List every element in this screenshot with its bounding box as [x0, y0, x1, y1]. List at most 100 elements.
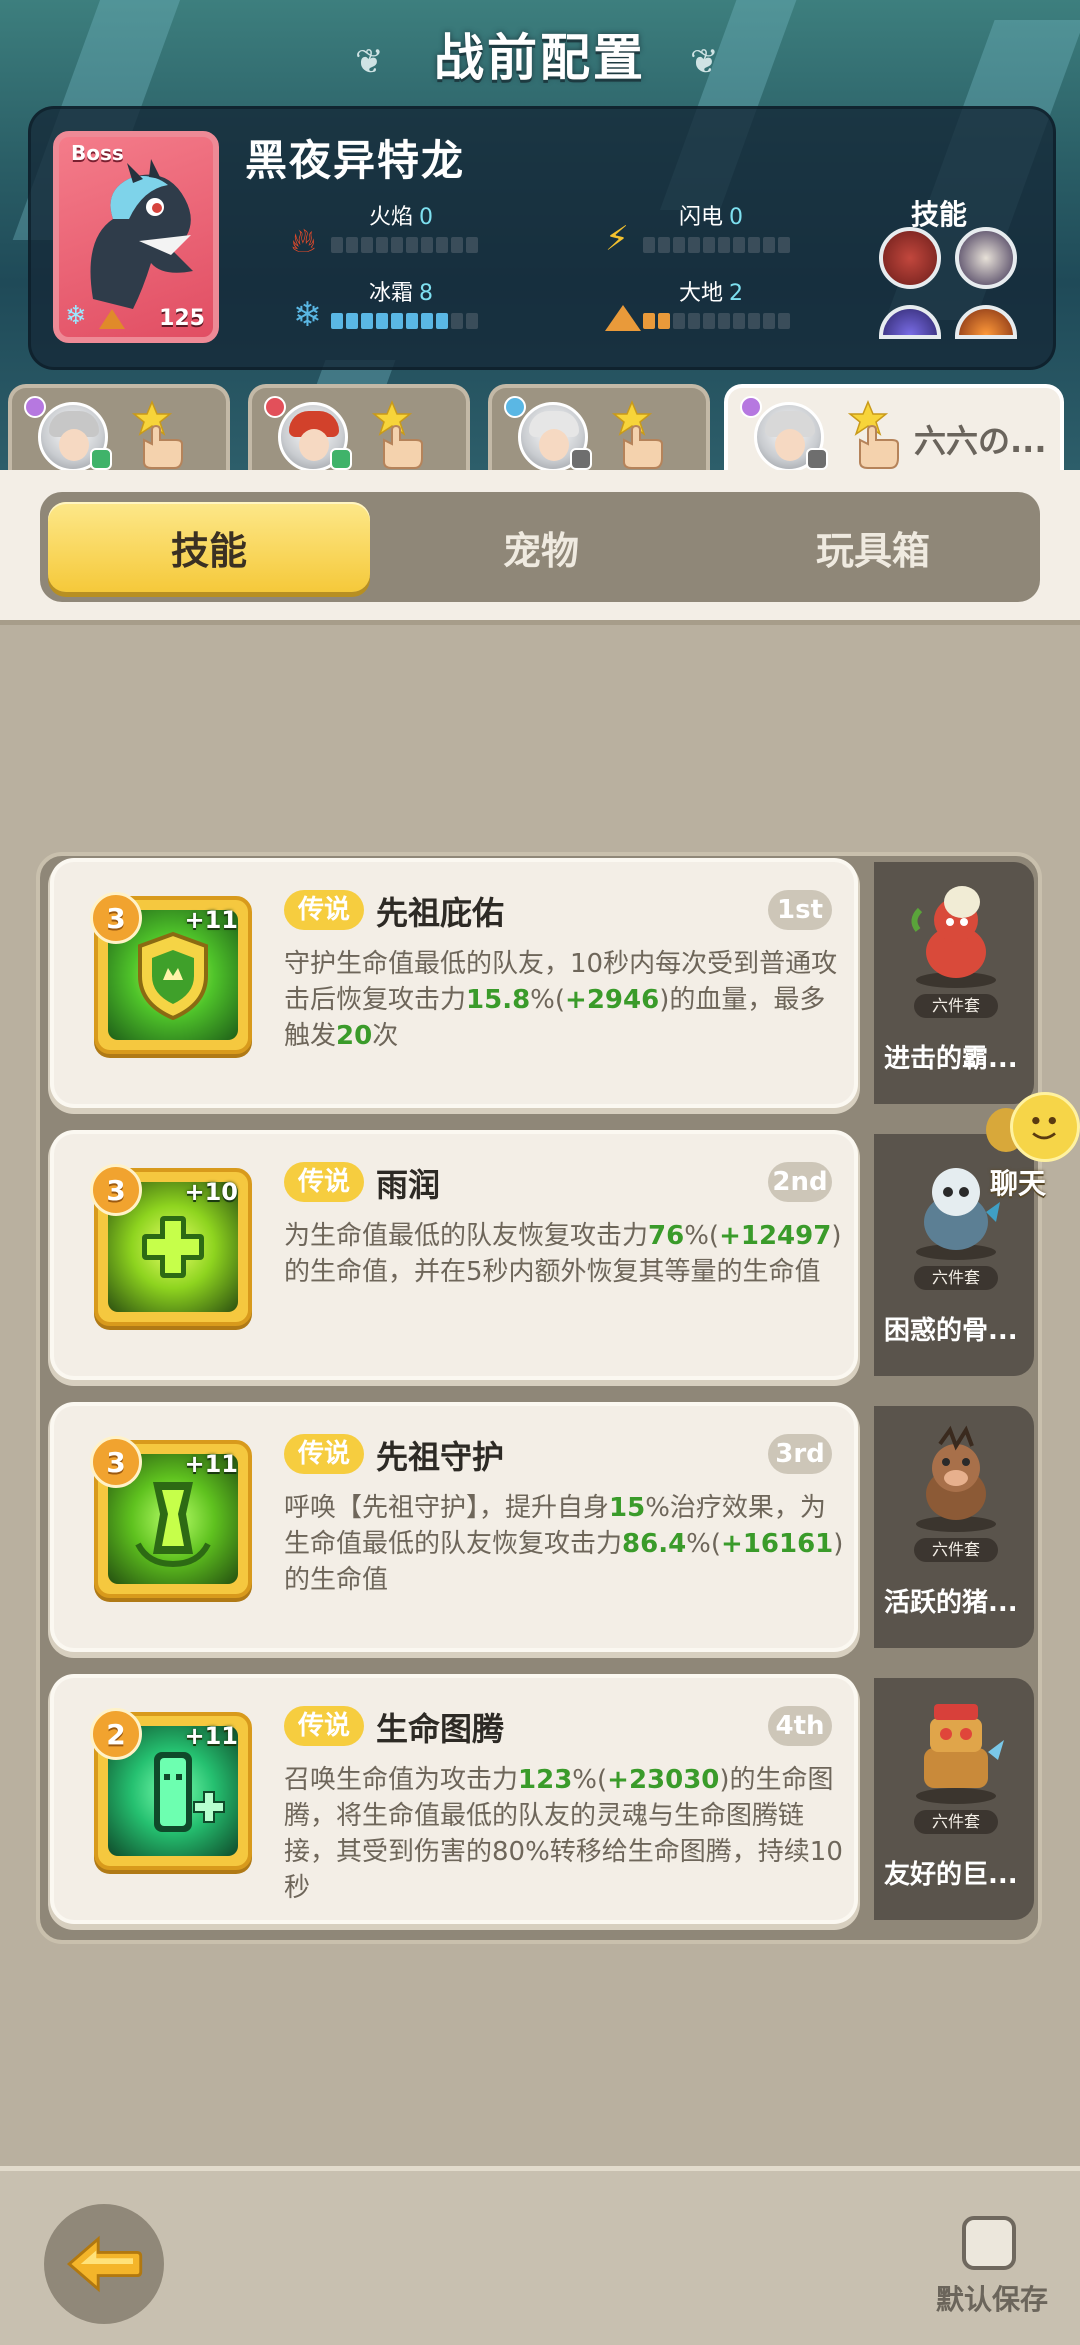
skill-card[interactable]: +11 3 传说 先祖庇佑 1st 守护生命值最低的队友，10秒内每次受到普通攻… [54, 862, 854, 1104]
bar-segment [421, 237, 433, 253]
skill-title: 雨润 [376, 1166, 441, 1204]
fire-label: 火焰 [369, 205, 414, 230]
bar-segment [346, 237, 358, 253]
pet-set-badge: 六件套 [914, 1266, 998, 1290]
boss-portrait[interactable]: Boss ❄ 125 [53, 131, 219, 343]
bar-segment [778, 313, 790, 329]
skill-row[interactable]: +11 3 传说 先祖庇佑 1st 守护生命值最低的队友，10秒内每次受到普通攻… [44, 854, 1034, 1104]
highlight-value: 15.8 [466, 985, 531, 1015]
skill-icon-frame: +10 3 [90, 1164, 252, 1326]
boss-tag: Boss [71, 141, 124, 165]
default-save-label: 默认保存 [936, 2283, 1049, 2316]
skill-icon-frame: +11 3 [90, 892, 252, 1054]
bar-segment [763, 237, 775, 253]
skill-description: 召唤生命值为攻击力123%(+23030)的生命图腾，将生命值最低的队友的灵魂与… [284, 1762, 844, 1906]
bar-segment [466, 237, 478, 253]
tap-hand-icon [371, 400, 423, 469]
skill-row[interactable]: +11 3 传说 先祖守护 3rd 呼唤【先祖守护】，提升自身15%治疗效果，为… [44, 1398, 1034, 1648]
tab-skills[interactable]: 技能 [48, 502, 370, 592]
boss-skill-swoop-icon[interactable] [955, 227, 1017, 289]
boss-skill-bite-icon[interactable] [879, 227, 941, 289]
skill-title: 生命图腾 [376, 1710, 505, 1748]
skill-rank-badge: 4th [768, 1706, 832, 1746]
hero-name: 六六の... [914, 422, 1047, 460]
pet-set-badge: 六件套 [914, 1538, 998, 1562]
bar-segment [391, 237, 403, 253]
highlight-value: 123 [518, 1765, 573, 1795]
hero-tab-1[interactable] [8, 384, 230, 484]
skill-description: 为生命值最低的队友恢复攻击力76%(+12497)的生命值，并在5秒内额外恢复其… [284, 1218, 844, 1290]
dragon-portrait-icon [90, 159, 193, 309]
boss-ice-element-icon: ❄ [65, 301, 87, 331]
ice-label: 冰霜 [369, 281, 414, 306]
fire-value: 0 [419, 205, 434, 230]
hero-element-icon [740, 396, 762, 418]
rarity-badge: 传说 [284, 890, 365, 930]
bar-segment [436, 313, 448, 329]
hero-element-icon [24, 396, 46, 418]
chat-label: 聊天 [990, 1167, 1047, 1200]
tab-pets[interactable]: 宠物 [380, 502, 702, 592]
default-save-checkbox[interactable] [962, 2216, 1016, 2270]
pet-name: 进击的霸... [884, 1044, 1018, 1074]
lightning-icon: ⚡︎ [605, 219, 629, 259]
hero-tab-4[interactable]: 六六の... [724, 384, 1064, 484]
skill-icon-frame: +11 3 [90, 1436, 252, 1598]
desc-text: 次 [372, 1021, 399, 1051]
highlight-value: 76 [648, 1221, 685, 1251]
bar-segment [346, 313, 358, 329]
skill-enhance-level: +11 [184, 1722, 238, 1750]
bar-segment [703, 313, 715, 329]
bar-segment [748, 313, 760, 329]
skill-card[interactable]: +11 2 传说 生命图腾 4th 召唤生命值为攻击力123%(+23030)的… [54, 1678, 854, 1920]
bar-segment [406, 313, 418, 329]
ice-stat: 冰霜 8 [369, 275, 433, 307]
boss-skill-flame-icon[interactable] [955, 305, 1017, 339]
tap-hand-icon [611, 400, 663, 469]
bar-segment [673, 313, 685, 329]
desc-text: 呼唤【先祖守护】，提升自身 [284, 1493, 610, 1523]
desc-text: 为生命值最低的队友恢复攻击力 [284, 1221, 649, 1251]
skill-rank-badge: 1st [768, 890, 832, 930]
hero-tab-2[interactable] [248, 384, 470, 484]
boss-skill-arcane-icon[interactable] [879, 305, 941, 339]
earth-label: 大地 [679, 281, 724, 306]
bar-segment [361, 237, 373, 253]
boss-level: 125 [159, 306, 205, 331]
earth-icon [605, 305, 641, 331]
back-button[interactable] [44, 2204, 164, 2324]
boss-earth-element-icon [99, 309, 125, 329]
boss-name: 黑夜异特龙 [245, 136, 466, 185]
pet-dino-icon [911, 886, 996, 988]
skill-card[interactable]: +10 3 传说 雨润 2nd 为生命值最低的队友恢复攻击力76%(+12497… [54, 1134, 854, 1376]
highlight-value: 15 [609, 1493, 646, 1523]
highlight-value: +23030 [607, 1765, 720, 1795]
bar-segment [733, 237, 745, 253]
chat-button[interactable]: 聊天 [968, 1092, 1080, 1202]
skill-star-level: 3 [90, 892, 142, 944]
pet-slot[interactable]: 六件套 活跃的猪... [874, 1406, 1034, 1648]
desc-text: %( [530, 985, 566, 1015]
bar-segment [688, 237, 700, 253]
boss-skills-label: 技能 [911, 198, 968, 231]
pet-boar-icon [916, 1425, 996, 1532]
back-arrow-icon [66, 2235, 143, 2293]
highlight-value: 20 [336, 1021, 373, 1051]
skill-row[interactable]: +10 3 传说 雨润 2nd 为生命值最低的队友恢复攻击力76%(+12497… [44, 1126, 1034, 1376]
skill-row[interactable]: +11 2 传说 生命图腾 4th 召唤生命值为攻击力123%(+23030)的… [44, 1670, 1034, 1920]
bar-segment [466, 313, 478, 329]
ice-value: 8 [419, 281, 434, 306]
pet-set-badge: 六件套 [914, 994, 998, 1018]
hero-tab-3[interactable] [488, 384, 710, 484]
bar-segment [658, 237, 670, 253]
skill-card[interactable]: +11 3 传说 先祖守护 3rd 呼唤【先祖守护】，提升自身15%治疗效果，为… [54, 1406, 854, 1648]
pet-slot[interactable]: 六件套 友好的巨... [874, 1678, 1034, 1920]
rarity-badge: 传说 [284, 1434, 365, 1474]
skill-title: 先祖庇佑 [376, 894, 505, 932]
bar-segment [376, 313, 388, 329]
bar-segment [763, 313, 775, 329]
ice-bar [331, 313, 478, 329]
pet-slot[interactable]: 六件套 进击的霸... [874, 862, 1034, 1104]
tab-toybox[interactable]: 玩具箱 [712, 502, 1034, 592]
bar-segment [673, 237, 685, 253]
